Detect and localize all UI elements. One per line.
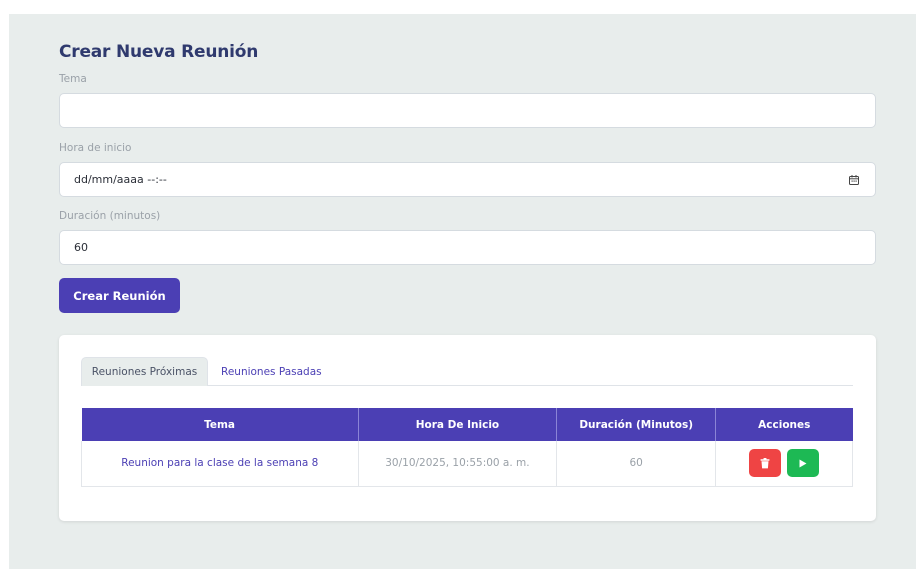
duration-input-value: 60: [74, 241, 88, 254]
page-title: Crear Nueva Reunión: [59, 42, 259, 62]
delete-meeting-button[interactable]: [749, 449, 782, 478]
start-time-label: Hora de inicio: [59, 142, 132, 154]
column-header-start-time: Hora De Inicio: [358, 408, 558, 441]
meeting-topic-cell: Reunion para la clase de la semana 8: [81, 441, 359, 487]
meetings-tabs: Reuniones Próximas Reuniones Pasadas: [81, 357, 853, 386]
table-header-row: Tema Hora De Inicio Duración (Minutos) A…: [81, 408, 853, 441]
meetings-table: Tema Hora De Inicio Duración (Minutos) A…: [81, 408, 853, 487]
column-header-duration: Duración (Minutos): [556, 408, 717, 441]
calendar-icon[interactable]: [849, 175, 859, 185]
table-row: Reunion para la clase de la semana 8 30/…: [81, 441, 853, 487]
meeting-actions: [716, 449, 852, 478]
topic-input[interactable]: [59, 93, 876, 128]
start-meeting-button[interactable]: [787, 449, 820, 478]
topic-label: Tema: [59, 73, 87, 85]
create-meeting-button[interactable]: Crear Reunión: [59, 278, 180, 313]
meeting-start-cell: 30/10/2025, 10:55:00 a. m.: [358, 441, 558, 487]
play-icon: [799, 459, 807, 468]
meeting-duration-cell: 60: [556, 441, 717, 487]
column-header-actions: Acciones: [715, 408, 853, 441]
trash-icon: [760, 457, 770, 469]
tab-past-meetings[interactable]: Reuniones Pasadas: [209, 357, 334, 386]
start-time-input[interactable]: dd/mm/aaaa --:--: [59, 162, 876, 197]
start-time-input-value: dd/mm/aaaa --:--: [74, 173, 167, 186]
tab-upcoming-meetings[interactable]: Reuniones Próximas: [81, 357, 208, 386]
duration-label: Duración (minutos): [59, 210, 161, 222]
meetings-card: Reuniones Próximas Reuniones Pasadas Tem…: [59, 335, 876, 521]
create-meeting-panel: Crear Nueva Reunión Tema Hora de inicio …: [9, 14, 916, 569]
duration-input[interactable]: 60: [59, 230, 876, 265]
meeting-actions-cell: [715, 441, 853, 487]
column-header-topic: Tema: [81, 408, 359, 441]
